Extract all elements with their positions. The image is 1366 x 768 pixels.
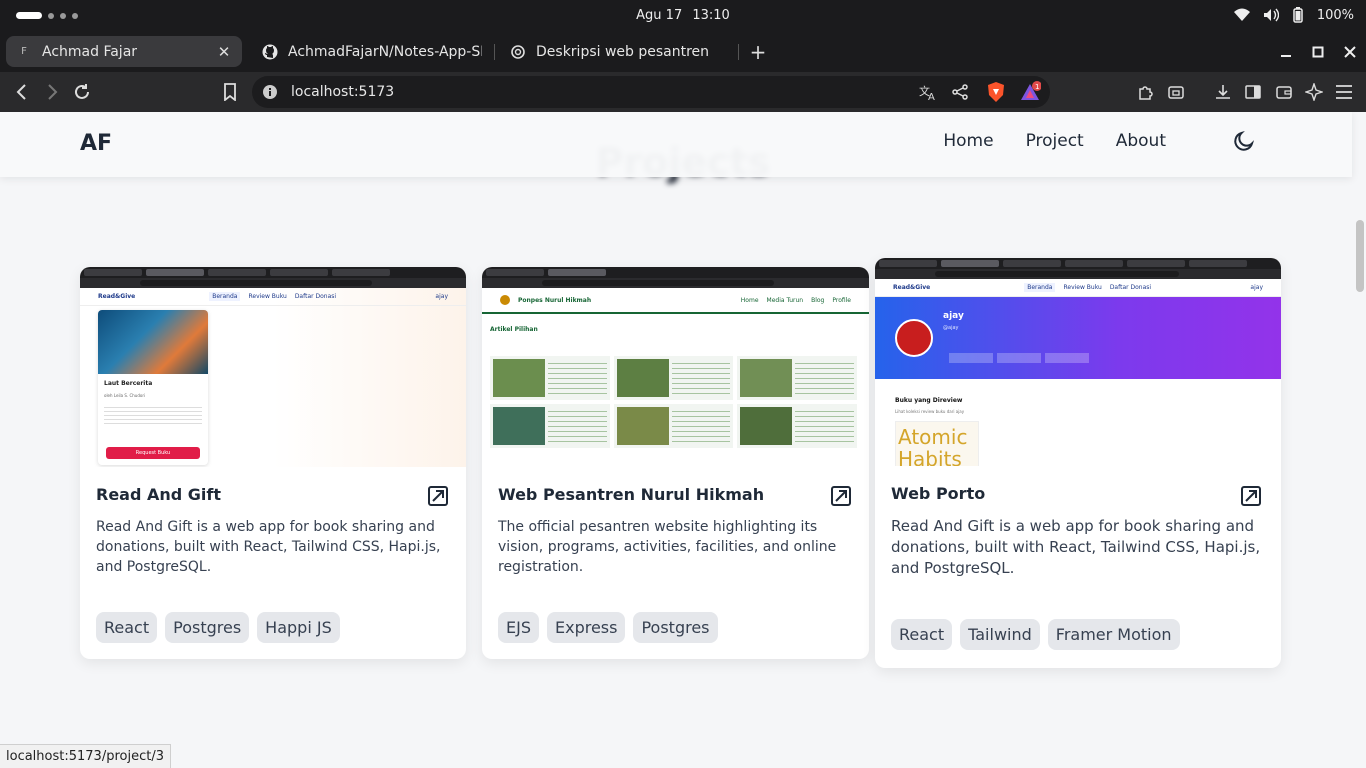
tab-chatgpt[interactable]: Deskripsi web pesantren xyxy=(500,36,736,67)
address-bar[interactable]: localhost:5173 文A xyxy=(252,76,1050,108)
tab-title: AchmadFajarN/Notes-App-SP xyxy=(288,43,482,60)
project-screenshot: Ponpes Nurul Hikmah Home Media Turun Blo… xyxy=(482,267,869,467)
tag: React xyxy=(96,612,158,643)
brave-rewards-icon[interactable]: 1 xyxy=(1018,80,1042,104)
new-tab-button[interactable]: + xyxy=(748,40,768,64)
menu-icon[interactable] xyxy=(1332,80,1356,104)
download-icon[interactable] xyxy=(1211,80,1235,104)
site-navbar: AF Home Project About xyxy=(0,112,1352,177)
extensions-icon[interactable] xyxy=(1134,80,1158,104)
system-tray[interactable]: 100% xyxy=(1233,7,1354,23)
card-description: Read And Gift is a web app for book shar… xyxy=(891,517,1261,577)
clock[interactable]: Agu 17 13:10 xyxy=(0,8,1366,23)
project-card-web-pesantren[interactable]: Ponpes Nurul Hikmah Home Media Turun Blo… xyxy=(482,267,869,659)
tab-title: Achmad Fajar xyxy=(42,43,138,60)
media-icon[interactable] xyxy=(1164,80,1188,104)
external-link-icon[interactable] xyxy=(427,485,449,507)
nav-link-home[interactable]: Home xyxy=(943,131,993,151)
tag: EJS xyxy=(498,612,539,643)
bookmark-icon[interactable] xyxy=(218,80,242,104)
svg-text:1: 1 xyxy=(1035,83,1039,91)
minimize-icon[interactable] xyxy=(1270,32,1302,72)
tag-list: EJS Express Postgres xyxy=(498,612,718,643)
volume-icon xyxy=(1263,8,1279,22)
tag: Framer Motion xyxy=(1047,619,1180,650)
window-controls xyxy=(1270,32,1366,72)
battery-icon xyxy=(1293,7,1303,23)
url-text: localhost:5173 xyxy=(291,84,395,100)
tag: Happi JS xyxy=(257,612,340,643)
project-card-read-and-gift[interactable]: Read&Give Beranda Review Buku Daftar Don… xyxy=(80,267,466,659)
site-info-icon[interactable] xyxy=(262,84,278,100)
reload-icon[interactable] xyxy=(70,80,94,104)
share-icon[interactable] xyxy=(948,80,972,104)
site-favicon-icon: F xyxy=(21,46,27,57)
page-viewport: Projects Read&Give Beranda Review Buku D… xyxy=(0,112,1366,768)
wifi-icon xyxy=(1233,8,1250,21)
battery-percent: 100% xyxy=(1316,7,1354,23)
external-link-icon[interactable] xyxy=(830,485,852,507)
project-screenshot: Read&Give Beranda Review Buku Daftar Don… xyxy=(80,267,466,467)
project-screenshot: Read&Give Beranda Review Buku Daftar Don… xyxy=(875,258,1281,466)
close-window-icon[interactable] xyxy=(1334,32,1366,72)
nav-link-about[interactable]: About xyxy=(1116,131,1166,151)
brave-shields-icon[interactable] xyxy=(984,80,1008,104)
leo-ai-icon[interactable] xyxy=(1302,80,1326,104)
time-label: 13:10 xyxy=(692,8,730,23)
card-description: The official pesantren website highlight… xyxy=(498,519,837,575)
svg-text:A: A xyxy=(928,92,935,101)
nav-links: Home Project About xyxy=(943,131,1166,151)
external-link-icon[interactable] xyxy=(1240,485,1262,507)
close-tab-icon[interactable]: ✕ xyxy=(216,43,232,61)
translate-icon[interactable]: 文A xyxy=(916,80,940,104)
tag-list: React Postgres Happi JS xyxy=(96,612,340,643)
tag: Tailwind xyxy=(960,619,1040,650)
browser-toolbar: localhost:5173 文A 1 xyxy=(0,72,1366,112)
status-bar-url: localhost:5173/project/3 xyxy=(0,744,171,768)
sidebar-icon[interactable] xyxy=(1241,80,1265,104)
browser-tab-bar: F Achmad Fajar ✕ AchmadFajarN/Notes-App-… xyxy=(0,32,1366,72)
card-title[interactable]: Web Pesantren Nurul Hikmah xyxy=(498,485,853,505)
wallet-icon[interactable] xyxy=(1272,80,1296,104)
chatgpt-icon xyxy=(510,44,526,60)
tab-achmad-fajar[interactable]: F Achmad Fajar ✕ xyxy=(6,36,242,67)
tag-list: React Tailwind Framer Motion xyxy=(891,619,1180,650)
forward-icon[interactable] xyxy=(40,80,64,104)
tag: Express xyxy=(546,612,626,643)
moon-icon[interactable] xyxy=(1232,129,1256,153)
date-label: Agu 17 xyxy=(636,8,683,23)
os-top-bar: Agu 17 13:10 100% xyxy=(0,0,1366,32)
card-title[interactable]: Web Porto xyxy=(891,484,1265,504)
project-card-web-porto[interactable]: Read&Give Beranda Review Buku Daftar Don… xyxy=(875,258,1281,668)
github-icon xyxy=(262,44,278,60)
tag: Postgres xyxy=(633,612,718,643)
tab-title: Deskripsi web pesantren xyxy=(536,43,710,60)
tag: React xyxy=(891,619,953,650)
maximize-icon[interactable] xyxy=(1302,32,1334,72)
page-scrollbar[interactable] xyxy=(1356,220,1364,292)
tag: Postgres xyxy=(165,612,250,643)
site-logo[interactable]: AF xyxy=(80,131,112,156)
tab-github[interactable]: AchmadFajarN/Notes-App-SP xyxy=(252,36,492,67)
card-description: Read And Gift is a web app for book shar… xyxy=(96,519,441,575)
card-title[interactable]: Read And Gift xyxy=(96,485,450,505)
nav-link-project[interactable]: Project xyxy=(1026,131,1084,151)
back-icon[interactable] xyxy=(10,80,34,104)
